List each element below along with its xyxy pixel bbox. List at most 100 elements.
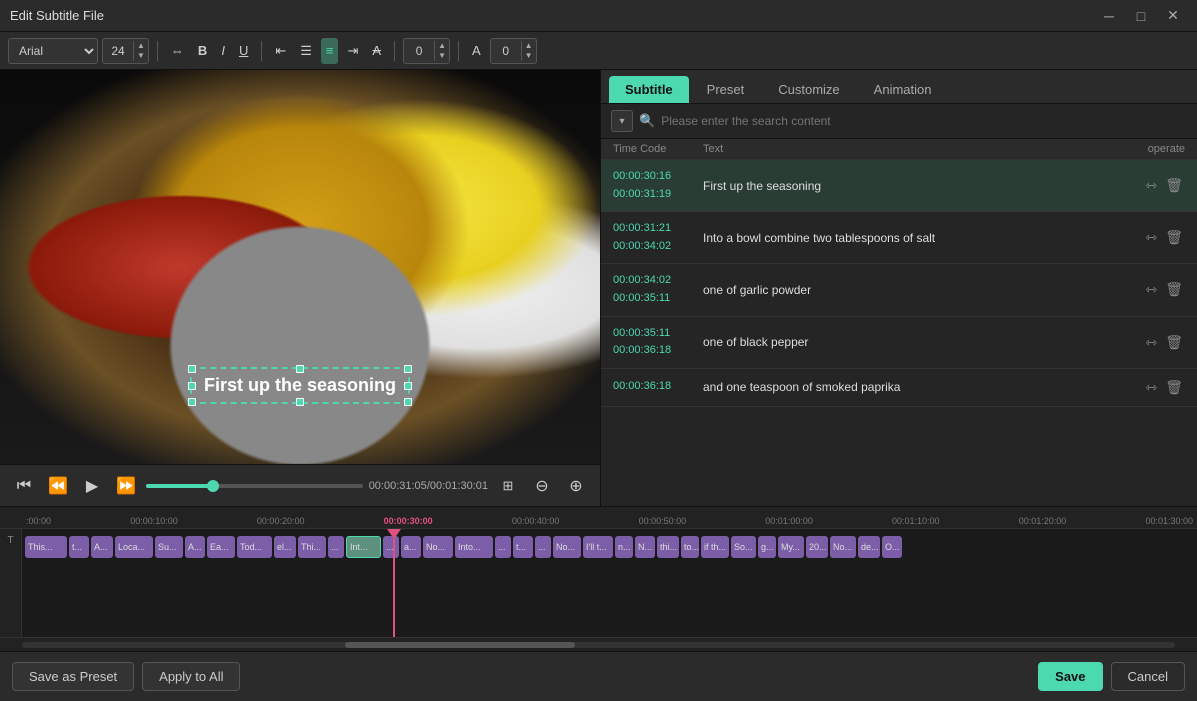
resize-handle-bottom-left[interactable] bbox=[188, 398, 196, 406]
font-size-up[interactable]: ▲ bbox=[134, 41, 148, 51]
clip-28[interactable]: My... bbox=[778, 536, 804, 558]
tab-customize[interactable]: Customize bbox=[762, 76, 855, 103]
clip-24[interactable]: to... bbox=[681, 536, 699, 558]
tab-animation[interactable]: Animation bbox=[858, 76, 948, 103]
font-size-input[interactable] bbox=[103, 38, 133, 64]
clip-19[interactable]: No... bbox=[553, 536, 581, 558]
italic-btn[interactable]: I bbox=[216, 38, 230, 64]
align-right-btn[interactable]: ⇥ bbox=[342, 38, 363, 64]
align-left-btn[interactable]: ⇤ bbox=[270, 38, 291, 64]
progress-bar[interactable] bbox=[146, 484, 363, 488]
clip-29[interactable]: 20... bbox=[806, 536, 828, 558]
clip-1[interactable]: t... bbox=[69, 536, 89, 558]
subtitle-item-0[interactable]: 00:00:30:16 00:00:31:19 First up the sea… bbox=[601, 160, 1197, 212]
clip-12[interactable]: ... bbox=[383, 536, 399, 558]
delete-btn-3[interactable]: 🗑 bbox=[1163, 332, 1185, 353]
clip-4[interactable]: Su... bbox=[155, 536, 183, 558]
clip-18[interactable]: ... bbox=[535, 536, 551, 558]
clip-30[interactable]: No... bbox=[830, 536, 856, 558]
skip-back-btn[interactable]: ⏮ bbox=[10, 472, 38, 500]
strikethrough-btn[interactable]: A bbox=[367, 38, 386, 64]
line-height-down[interactable]: ▼ bbox=[522, 51, 536, 61]
delete-btn-2[interactable]: 🗑 bbox=[1163, 279, 1185, 300]
progress-handle[interactable] bbox=[207, 480, 219, 492]
align-center-btn[interactable]: ☰ bbox=[295, 38, 317, 64]
clip-11[interactable]: Int... bbox=[346, 536, 381, 558]
line-height-input[interactable] bbox=[491, 44, 521, 58]
subtitle-item-2[interactable]: 00:00:34:02 00:00:35:11 one of garlic po… bbox=[601, 264, 1197, 316]
clip-15[interactable]: Into... bbox=[455, 536, 493, 558]
align-center-active-btn[interactable]: ≡ bbox=[321, 38, 339, 64]
clip-9[interactable]: Thi... bbox=[298, 536, 326, 558]
font-size-down[interactable]: ▼ bbox=[134, 51, 148, 61]
subtitle-text-box[interactable]: First up the seasoning bbox=[190, 367, 410, 404]
scrollbar-thumb[interactable] bbox=[345, 642, 576, 648]
delete-btn-1[interactable]: 🗑 bbox=[1163, 227, 1185, 248]
split-btn-3[interactable]: ⇿ bbox=[1143, 332, 1159, 353]
char-spacing-input[interactable] bbox=[404, 44, 434, 58]
tab-preset[interactable]: Preset bbox=[691, 76, 761, 103]
subtitle-item-3[interactable]: 00:00:35:11 00:00:36:18 one of black pep… bbox=[601, 317, 1197, 369]
delete-btn-4[interactable]: 🗑 bbox=[1163, 377, 1185, 398]
zoom-in-btn[interactable]: ⊕ bbox=[562, 472, 590, 500]
split-btn-2[interactable]: ⇿ bbox=[1143, 279, 1159, 300]
bold-btn[interactable]: B bbox=[193, 38, 212, 64]
char-spacing-down[interactable]: ▼ bbox=[435, 51, 449, 61]
font-family-select[interactable]: Arial Helvetica Times New Roman bbox=[8, 38, 98, 64]
line-height-up[interactable]: ▲ bbox=[522, 41, 536, 51]
resize-handle-top-mid[interactable] bbox=[296, 365, 304, 373]
clip-6[interactable]: Ea... bbox=[207, 536, 235, 558]
clip-32[interactable]: O... bbox=[882, 536, 902, 558]
clip-10[interactable]: ... bbox=[328, 536, 344, 558]
clip-17[interactable]: t... bbox=[513, 536, 533, 558]
subtitle-overlay[interactable]: First up the seasoning bbox=[190, 367, 410, 404]
clip-27[interactable]: g... bbox=[758, 536, 776, 558]
close-button[interactable]: ✕ bbox=[1159, 2, 1187, 30]
save-preset-button[interactable]: Save as Preset bbox=[12, 662, 134, 691]
char-spacing-up[interactable]: ▲ bbox=[435, 41, 449, 51]
apply-to-all-button[interactable]: Apply to All bbox=[142, 662, 240, 691]
clip-8[interactable]: el... bbox=[274, 536, 296, 558]
save-button[interactable]: Save bbox=[1038, 662, 1102, 691]
resize-handle-mid-right[interactable] bbox=[404, 382, 412, 390]
caps-btn[interactable]: A bbox=[467, 38, 486, 64]
resize-handle-bottom-right[interactable] bbox=[404, 398, 412, 406]
search-input[interactable] bbox=[661, 114, 1187, 128]
tab-subtitle[interactable]: Subtitle bbox=[609, 76, 689, 103]
clip-0[interactable]: This... bbox=[25, 536, 67, 558]
text-spacing-btn[interactable]: ⇔ bbox=[166, 38, 189, 64]
resize-handle-top-right[interactable] bbox=[404, 365, 412, 373]
minimize-button[interactable]: ─ bbox=[1095, 2, 1123, 30]
underline-btn[interactable]: U bbox=[234, 38, 253, 64]
clip-3[interactable]: Loca... bbox=[115, 536, 153, 558]
clip-25[interactable]: if th... bbox=[701, 536, 729, 558]
resize-handle-top-left[interactable] bbox=[188, 365, 196, 373]
fit-btn[interactable]: ⊞ bbox=[494, 472, 522, 500]
clip-20[interactable]: I'll t... bbox=[583, 536, 613, 558]
clip-14[interactable]: No... bbox=[423, 536, 453, 558]
clip-13[interactable]: a... bbox=[401, 536, 421, 558]
resize-handle-mid-left[interactable] bbox=[188, 382, 196, 390]
clip-26[interactable]: So... bbox=[731, 536, 756, 558]
clip-2[interactable]: A... bbox=[91, 536, 113, 558]
frame-back-btn[interactable]: ⏪ bbox=[44, 472, 72, 500]
cancel-button[interactable]: Cancel bbox=[1111, 662, 1185, 691]
split-btn-1[interactable]: ⇿ bbox=[1143, 227, 1159, 248]
split-btn-0[interactable]: ⇿ bbox=[1143, 175, 1159, 196]
subtitle-item-4[interactable]: 00:00:36:18 and one teaspoon of smoked p… bbox=[601, 369, 1197, 407]
clip-22[interactable]: N... bbox=[635, 536, 655, 558]
scrollbar-track[interactable] bbox=[22, 642, 1175, 648]
subtitle-item-1[interactable]: 00:00:31:21 00:00:34:02 Into a bowl comb… bbox=[601, 212, 1197, 264]
collapse-button[interactable]: ▾ bbox=[611, 110, 633, 132]
play-btn[interactable]: ▶ bbox=[78, 472, 106, 500]
clip-23[interactable]: thi... bbox=[657, 536, 679, 558]
resize-handle-bottom-mid[interactable] bbox=[296, 398, 304, 406]
frame-forward-btn[interactable]: ⏩ bbox=[112, 472, 140, 500]
split-btn-4[interactable]: ⇿ bbox=[1143, 377, 1159, 398]
clip-7[interactable]: Tod... bbox=[237, 536, 272, 558]
clip-21[interactable]: n... bbox=[615, 536, 633, 558]
clip-31[interactable]: de... bbox=[858, 536, 880, 558]
delete-btn-0[interactable]: 🗑 bbox=[1163, 175, 1185, 196]
clip-16[interactable]: ... bbox=[495, 536, 511, 558]
zoom-out-btn[interactable]: ⊖ bbox=[528, 472, 556, 500]
